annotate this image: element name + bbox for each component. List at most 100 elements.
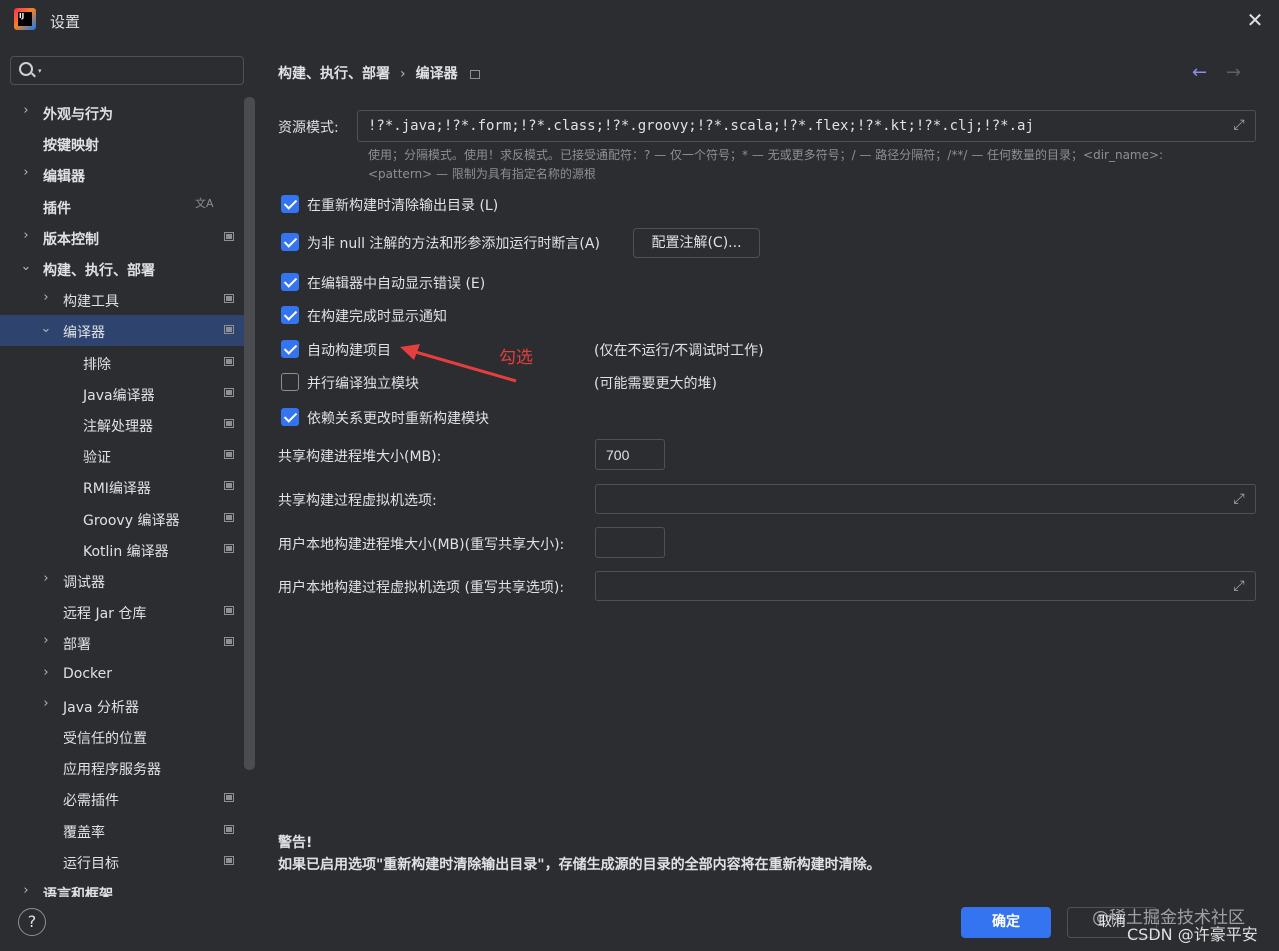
sidebar-item-label: 注解处理器 xyxy=(83,419,153,435)
back-arrow-icon[interactable]: ← xyxy=(1192,62,1207,83)
chevron-down-icon[interactable]: ⌄ xyxy=(40,322,52,336)
chevron-right-icon[interactable]: › xyxy=(20,104,32,118)
sidebar-item[interactable]: 排除 xyxy=(0,347,255,378)
chevron-down-icon[interactable]: ⌄ xyxy=(20,260,32,274)
not-null-assertions-checkbox[interactable] xyxy=(281,233,299,251)
project-scope-icon xyxy=(224,544,234,553)
project-scope-icon xyxy=(224,637,234,646)
breadcrumb-parent[interactable]: 构建、执行、部署 xyxy=(278,66,390,82)
user-vm-options-input[interactable] xyxy=(604,576,1227,598)
sidebar-item[interactable]: › 外观与行为 xyxy=(0,97,255,128)
auto-build-label[interactable]: 自动构建项目 xyxy=(307,340,391,360)
parallel-compile-checkbox[interactable] xyxy=(281,373,299,391)
chevron-right-icon[interactable]: › xyxy=(40,666,52,680)
intellij-app-icon: IJ xyxy=(14,8,36,30)
resource-patterns-field[interactable]: ⤢ xyxy=(357,110,1256,142)
resource-patterns-input[interactable] xyxy=(366,115,1227,137)
shared-heap-field[interactable] xyxy=(595,439,665,470)
sidebar-item[interactable]: ⌄ 构建、执行、部署 xyxy=(0,253,255,284)
project-scope-icon xyxy=(224,856,234,865)
ok-button[interactable]: 确定 xyxy=(961,907,1051,938)
chevron-right-icon[interactable]: › xyxy=(20,166,32,180)
resource-patterns-label: 资源模式: xyxy=(278,120,339,136)
sidebar-item[interactable]: › Docker xyxy=(0,659,255,690)
notify-done-label[interactable]: 在构建完成时显示通知 xyxy=(307,306,447,326)
settings-search[interactable]: ▾ xyxy=(10,56,244,85)
chevron-right-icon[interactable]: › xyxy=(20,884,32,898)
sidebar-scrollbar[interactable] xyxy=(244,97,255,770)
user-heap-field[interactable] xyxy=(595,527,665,558)
sidebar-item-label: 外观与行为 xyxy=(43,107,113,123)
project-scope-icon xyxy=(224,232,234,241)
search-options-caret-icon[interactable]: ▾ xyxy=(38,67,42,75)
sidebar-item-label: 编译器 xyxy=(63,325,105,341)
sidebar-item[interactable]: 受信任的位置 xyxy=(0,721,255,752)
expand-field-icon[interactable]: ⤢ xyxy=(1231,117,1247,133)
close-window-button[interactable]: ✕ xyxy=(1245,10,1265,30)
sidebar-item[interactable]: Kotlin 编译器 xyxy=(0,534,255,565)
shared-vm-options-input[interactable] xyxy=(604,489,1227,511)
rebuild-deps-checkbox[interactable] xyxy=(281,408,299,426)
parallel-compile-note: (可能需要更大的堆) xyxy=(594,376,717,392)
shared-heap-input[interactable] xyxy=(604,444,662,466)
warning-text: 如果已启用选项"重新构建时清除输出目录"，存储生成源的目录的全部内容将在重新构建… xyxy=(278,857,881,873)
clear-output-label[interactable]: 在重新构建时清除输出目录 (L) xyxy=(307,195,498,215)
sidebar-item[interactable]: Java编译器 xyxy=(0,378,255,409)
sidebar-item-label: RMI编译器 xyxy=(83,481,151,497)
sidebar-item[interactable]: 注解处理器 xyxy=(0,409,255,440)
notify-done-checkbox[interactable] xyxy=(281,306,299,324)
expand-field-icon[interactable]: ⤢ xyxy=(1231,491,1247,507)
sidebar-item[interactable]: 远程 Jar 仓库 xyxy=(0,596,255,627)
sidebar-item[interactable]: 验证 xyxy=(0,440,255,471)
sidebar-item-label: 按键映射 xyxy=(43,138,99,154)
search-input[interactable] xyxy=(51,60,241,82)
expand-field-icon[interactable]: ⤢ xyxy=(1231,578,1247,594)
sidebar-item-label: 覆盖率 xyxy=(63,825,105,841)
chevron-right-icon[interactable]: › xyxy=(40,572,52,586)
chevron-right-icon[interactable]: › xyxy=(20,229,32,243)
sidebar-item[interactable]: 应用程序服务器 xyxy=(0,752,255,783)
user-heap-input[interactable] xyxy=(604,532,662,554)
sidebar-item[interactable]: 必需插件 xyxy=(0,783,255,814)
show-errors-label[interactable]: 在编辑器中自动显示错误 (E) xyxy=(307,273,485,293)
sidebar-item[interactable]: 覆盖率 xyxy=(0,815,255,846)
configure-annotations-button[interactable]: 配置注解(C)... xyxy=(633,228,760,258)
warning-title: 警告! xyxy=(278,835,313,851)
clear-output-checkbox[interactable] xyxy=(281,195,299,213)
help-button[interactable]: ? xyxy=(18,908,46,936)
user-vm-options-field[interactable]: ⤢ xyxy=(595,571,1256,601)
sidebar-item[interactable]: RMI编译器 xyxy=(0,471,255,502)
sidebar-item[interactable]: › 部署 xyxy=(0,627,255,658)
auto-build-checkbox[interactable] xyxy=(281,340,299,358)
chevron-right-icon[interactable]: › xyxy=(40,291,52,305)
sidebar-item-label: 验证 xyxy=(83,450,111,466)
sidebar-item[interactable]: 运行目标 xyxy=(0,846,255,877)
sidebar-item[interactable]: › 语言和框架 xyxy=(0,877,255,898)
project-scope-icon xyxy=(224,513,234,522)
shared-vm-options-field[interactable]: ⤢ xyxy=(595,484,1256,514)
sidebar-item[interactable]: 插件 文A xyxy=(0,191,255,222)
sidebar-item[interactable]: ⌄ 编译器 xyxy=(0,315,255,346)
sidebar-item[interactable]: › 版本控制 xyxy=(0,222,255,253)
sidebar-item[interactable]: 按键映射 xyxy=(0,128,255,159)
sidebar-item[interactable]: › 编辑器 xyxy=(0,159,255,190)
sidebar-item-label: 插件 xyxy=(43,201,71,217)
not-null-assertions-label[interactable]: 为非 null 注解的方法和形参添加运行时断言(A) xyxy=(307,233,600,253)
show-errors-checkbox[interactable] xyxy=(281,273,299,291)
hint-line-2: <pattern> — 限制为具有指定名称的源根 xyxy=(368,167,596,181)
project-scope-icon xyxy=(224,450,234,459)
sidebar-item[interactable]: › Java 分析器 xyxy=(0,690,255,721)
chevron-right-icon[interactable]: › xyxy=(40,634,52,648)
rebuild-deps-label[interactable]: 依赖关系更改时重新构建模块 xyxy=(307,408,489,428)
sidebar-item[interactable]: › 构建工具 xyxy=(0,284,255,315)
chevron-right-icon[interactable]: › xyxy=(40,697,52,711)
project-scope-icon xyxy=(224,606,234,615)
watermark-csdn: CSDN @许豪平安 xyxy=(1127,925,1258,944)
sidebar-item[interactable]: Groovy 编译器 xyxy=(0,503,255,534)
sidebar-item-label: Java 分析器 xyxy=(63,700,140,716)
sidebar-item-label: Kotlin 编译器 xyxy=(83,544,169,560)
sidebar-item-label: 排除 xyxy=(83,357,111,373)
sidebar-item[interactable]: › 调试器 xyxy=(0,565,255,596)
project-scope-icon xyxy=(224,793,234,802)
forward-arrow-icon[interactable]: → xyxy=(1226,62,1241,83)
